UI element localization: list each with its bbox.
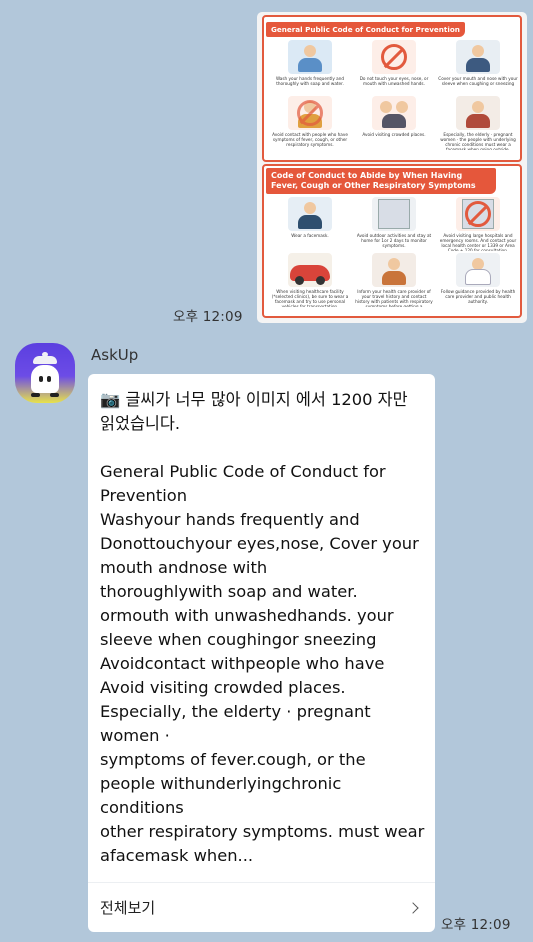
poster-item: Avoid visiting large hospitals and emerg…: [438, 197, 518, 251]
facemask-illustration: [288, 197, 332, 231]
poster-panel2-title: Code of Conduct to Abide by When Having …: [266, 168, 496, 194]
chevron-right-icon: [407, 901, 419, 914]
poster-item: When visiting healthcare facility (*sele…: [270, 253, 350, 307]
poster-item: Do not touch your eyes, nose, or mouth w…: [354, 40, 434, 94]
stay-home-illustration: [372, 197, 416, 231]
no-touch-illustration: [372, 40, 416, 74]
inform-provider-illustration: [372, 253, 416, 287]
elderly-mask-illustration: [456, 96, 500, 130]
poster-item: Inform your health care provider of your…: [354, 253, 434, 307]
cough-sleeve-illustration: [456, 40, 500, 74]
poster-panel-prevention: General Public Code of Conduct for Preve…: [262, 15, 522, 162]
ghost-icon: [31, 365, 59, 393]
poster-item: Especially, the elderly · pregnant women…: [438, 96, 518, 150]
view-all-button[interactable]: 전체보기: [88, 883, 435, 932]
message-text: 📷 글씨가 너무 많아 이미지 에서 1200 자만 읽었습니다. Genera…: [100, 390, 425, 865]
car-illustration: [288, 253, 332, 287]
poster-item: Cover your mouth and nose with your slee…: [438, 40, 518, 94]
askup-avatar[interactable]: [15, 343, 75, 403]
view-all-label: 전체보기: [100, 899, 156, 917]
no-hospital-illustration: [456, 197, 500, 231]
doctor-illustration: [456, 253, 500, 287]
poster-item: Avoid contact with people who have sympt…: [270, 96, 350, 150]
sent-image-timestamp: 오후 12:09: [173, 309, 243, 325]
reply-timestamp: 오후 12:09: [441, 917, 511, 933]
sender-name: AskUp: [91, 346, 139, 364]
sent-image[interactable]: General Public Code of Conduct for Preve…: [257, 12, 527, 323]
bell-icon: [33, 352, 57, 364]
poster-item: Wash your hands frequently and thoroughl…: [270, 40, 350, 94]
poster-item: Wear a facemask.: [270, 197, 350, 251]
poster-item: Follow guidance provided by health care …: [438, 253, 518, 307]
message-bubble[interactable]: 📷 글씨가 너무 많아 이미지 에서 1200 자만 읽었습니다. Genera…: [88, 374, 435, 932]
poster-item: Avoid visiting crowded places.: [354, 96, 434, 150]
crowd-illustration: [372, 96, 416, 130]
handwash-illustration: [288, 40, 332, 74]
poster-panel1-title: General Public Code of Conduct for Preve…: [266, 22, 465, 37]
poster-panel-symptoms: Code of Conduct to Abide by When Having …: [262, 164, 522, 318]
avoid-contact-illustration: [288, 96, 332, 130]
poster-item: Avoid outdoor activities and stay at hom…: [354, 197, 434, 251]
